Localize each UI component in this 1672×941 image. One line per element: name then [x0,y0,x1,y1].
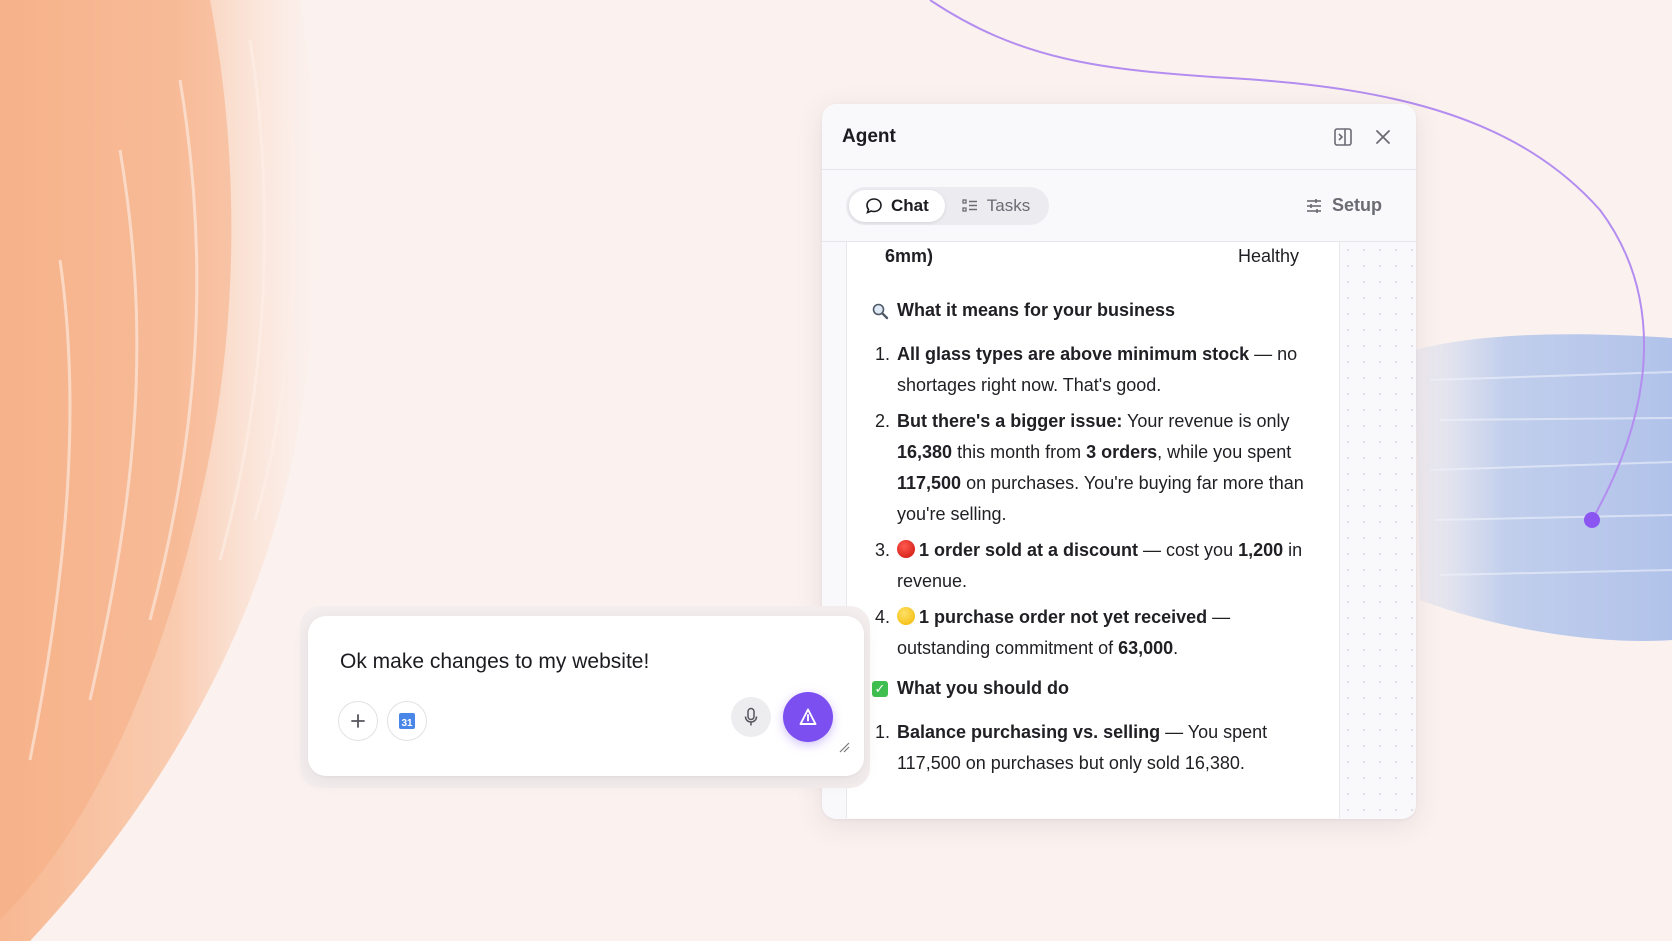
microphone-icon [744,707,758,726]
svg-text:31: 31 [401,718,413,729]
microphone-button[interactable] [731,697,771,737]
list-item: 2. But there's a bigger issue: Your reve… [875,411,1304,524]
table-cell: Healthy [1237,245,1299,266]
view-switcher: Chat Tasks [846,186,1050,225]
check-box-icon: ✓ [872,680,888,697]
section-heading-business: What it means for your business [869,300,1319,321]
plus-icon [351,714,365,728]
sidebar-toggle-icon[interactable] [1332,126,1354,148]
list-item: 4. 1 purchase order not yet received — o… [875,607,1231,658]
setup-label: Setup [1331,195,1382,215]
checklist-icon [962,198,977,212]
list-item: 1. Balance purchasing vs. selling — You … [875,722,1268,773]
message-input[interactable]: Ok make changes to my website! [340,650,649,674]
composer: Ok make changes to my website! 31 [308,616,864,776]
add-attachment-button[interactable] [338,701,378,741]
connector-dot [1584,512,1600,528]
chat-scroll-area[interactable]: 6mm) Healthy What it means for your busi… [822,242,1416,818]
blue-brush-stroke [1415,334,1672,641]
agent-header: Agent [822,104,1416,170]
table-row: 6mm) Healthy [869,242,1319,270]
red-circle-icon [897,540,915,558]
tab-tasks[interactable]: Tasks [945,190,1046,222]
section-heading-actions: ✓ What you should do [869,678,1319,699]
close-icon[interactable] [1372,126,1394,148]
calendar-icon: 31 [399,713,415,729]
dotted-canvas [1340,242,1416,818]
tab-chat[interactable]: Chat [849,189,945,222]
header-actions [1332,126,1394,148]
yellow-circle-icon [897,607,915,625]
assistant-message: 6mm) Healthy What it means for your busi… [846,242,1340,818]
table-cell: 6mm) [885,245,934,266]
agent-panel: Agent Chat Tasks Setup 6mm) Healthy What… [822,104,1416,819]
chat-bubble-icon [866,197,882,214]
sliders-icon [1306,198,1321,213]
calendar-button[interactable]: 31 [387,701,427,741]
agent-title: Agent [842,125,896,147]
agent-toolbar: Chat Tasks Setup [822,170,1416,242]
setup-button[interactable]: Setup [1305,195,1382,216]
resize-handle-icon[interactable] [838,740,850,753]
business-list: 1. All glass types are above minimum sto… [869,339,1319,664]
list-item: 1. All glass types are above minimum sto… [875,344,1298,395]
magnifier-icon [869,302,891,320]
actions-list: 1. Balance purchasing vs. selling — You … [869,717,1319,779]
tab-chat-label: Chat [891,195,929,215]
tab-tasks-label: Tasks [986,195,1031,215]
send-button[interactable] [783,692,833,742]
list-item: 3. 1 order sold at a discount — cost you… [875,540,1303,591]
send-icon [799,708,817,725]
